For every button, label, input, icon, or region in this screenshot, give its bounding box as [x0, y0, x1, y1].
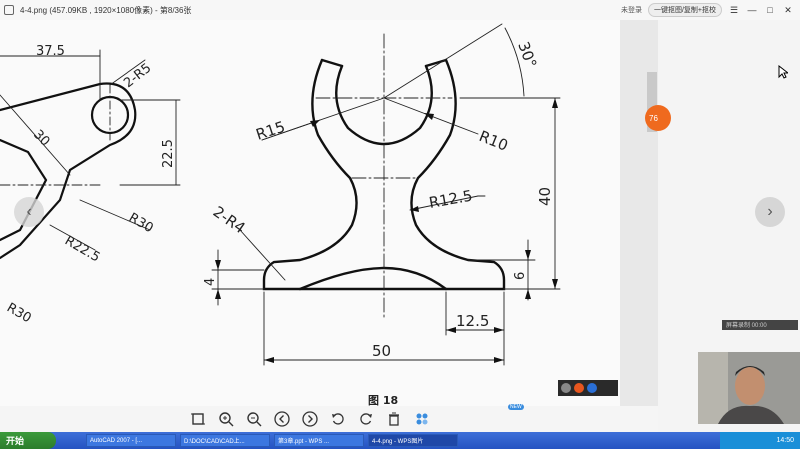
image-canvas[interactable]: 37.5 2-R5 30 22.5 R30 R22.5 R30 R15 R10 … — [0, 20, 620, 406]
menu-icon[interactable]: ☰ — [728, 5, 740, 16]
new-badge: NEW — [508, 404, 524, 410]
dim-30-deg: 30° — [514, 39, 540, 70]
zoom-in-button[interactable] — [218, 411, 234, 427]
ime-toolbar[interactable] — [558, 380, 618, 396]
dim-2-r5: 2-R5 — [121, 61, 154, 91]
dim-2-r4: 2-R4 — [210, 203, 249, 238]
bottom-toolbar — [0, 406, 620, 432]
webcam-overlay — [698, 352, 800, 424]
recording-label: 屏幕录制 00:00 — [722, 320, 798, 330]
clock[interactable]: 14:50 — [776, 437, 794, 444]
dim-22-5: 22.5 — [161, 139, 176, 168]
progress-badge[interactable]: 76 — [645, 105, 671, 131]
dim-r22-5: R22.5 — [62, 233, 102, 265]
system-tray[interactable]: 14:50 — [720, 432, 800, 449]
circle-chevron-left-icon — [274, 411, 290, 427]
figure-caption: 图 18 — [368, 394, 398, 406]
dim-r10: R10 — [477, 127, 511, 155]
mouse-cursor-icon — [778, 65, 788, 79]
dim-4: 4 — [203, 278, 218, 286]
taskbar-item-autocad[interactable]: AutoCAD 2007 - [... — [86, 434, 176, 447]
minimize-icon[interactable]: — — [746, 5, 758, 15]
zoom-out-icon — [247, 412, 262, 427]
taskbar-item-image-viewer[interactable]: 4-4.png - WPS图片 — [368, 434, 458, 447]
taskbar-item-ppt[interactable]: 第3章.ppt - WPS ... — [274, 434, 364, 447]
rotate-right-icon — [360, 413, 372, 425]
title-bar: 4-4.png (457.09KB , 1920×1080像素) - 第8/36… — [0, 0, 800, 20]
presenter-image — [698, 352, 800, 424]
image-viewer-window: 4-4.png (457.09KB , 1920×1080像素) - 第8/36… — [0, 0, 800, 432]
taskbar-item-folder[interactable]: D:\DOC\CAD\CAD上... — [180, 434, 270, 447]
start-label: 开始 — [6, 436, 25, 446]
dim-40: 40 — [536, 187, 554, 206]
rotate-right-button[interactable] — [358, 411, 374, 427]
close-icon[interactable]: ✕ — [782, 5, 794, 16]
more-apps-button[interactable] — [414, 411, 430, 427]
login-status[interactable]: 未登录 — [621, 5, 642, 15]
left-part — [0, 82, 137, 260]
previous-image-button[interactable]: ‹ — [14, 197, 44, 227]
fit-window-icon — [191, 413, 205, 425]
dim-50: 50 — [372, 342, 391, 360]
apps-icon — [416, 413, 428, 425]
maximize-icon[interactable]: □ — [764, 5, 776, 15]
rotate-left-icon — [332, 413, 344, 425]
rotate-left-button[interactable] — [330, 411, 346, 427]
cad-drawing: 37.5 2-R5 30 22.5 R30 R22.5 R30 R15 R10 … — [0, 23, 561, 406]
crop-fit-button[interactable] — [190, 411, 206, 427]
zoom-out-button[interactable] — [246, 411, 262, 427]
dim-37-5: 37.5 — [36, 44, 65, 59]
chevron-left-icon: ‹ — [26, 203, 32, 220]
windows-taskbar: 开始 AutoCAD 2007 - [... D:\DOC\CAD\CAD上..… — [0, 432, 800, 449]
start-button[interactable]: 开始 — [0, 432, 56, 449]
dim-6: 6 — [513, 272, 528, 280]
next-button[interactable] — [302, 411, 318, 427]
app-icon — [4, 5, 14, 15]
dim-r30-a: R30 — [126, 210, 156, 236]
help-icon[interactable] — [587, 383, 597, 393]
circle-chevron-right-icon — [302, 411, 318, 427]
ime-logo-icon[interactable] — [574, 383, 584, 393]
dim-30-left: 30 — [30, 127, 52, 149]
window-title: 4-4.png (457.09KB , 1920×1080像素) - 第8/36… — [20, 5, 192, 15]
dim-r30-b: R30 — [4, 300, 34, 326]
zoom-in-icon — [219, 412, 234, 427]
chevron-right-icon: › — [767, 203, 773, 220]
main-dim-lines — [211, 23, 561, 366]
prev-button[interactable] — [274, 411, 290, 427]
ime-grid-icon[interactable] — [561, 383, 571, 393]
dim-r12-5: R12.5 — [428, 187, 474, 212]
trash-icon — [389, 412, 399, 426]
dim-12-5: 12.5 — [456, 312, 489, 330]
cutout-button[interactable]: 一键抠图/复制+抠校 — [647, 3, 722, 17]
delete-button[interactable] — [386, 411, 402, 427]
dim-r15: R15 — [254, 118, 288, 144]
next-image-button[interactable]: › — [755, 197, 785, 227]
